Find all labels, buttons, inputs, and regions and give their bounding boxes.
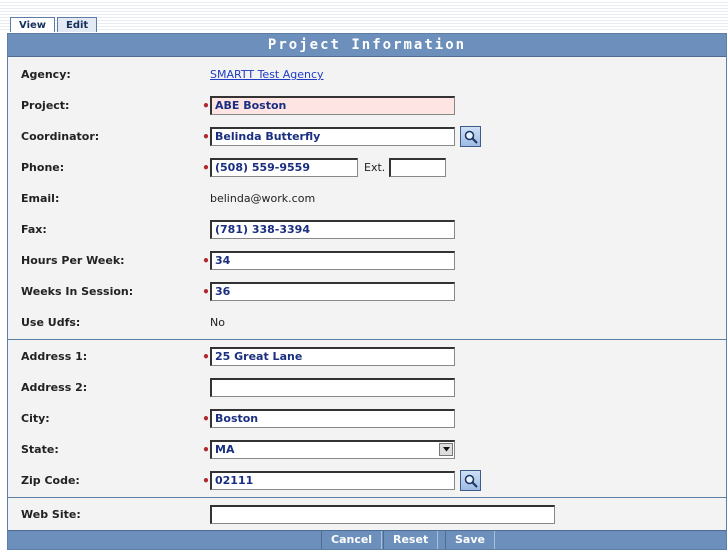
row-website: Web Site: (8, 499, 726, 530)
required-dot-icon: • (202, 160, 210, 175)
city-label: City: (21, 412, 50, 425)
phone-input[interactable]: (508) 559-9559 (210, 158, 358, 177)
zip-input[interactable]: 02111 (210, 471, 455, 490)
address2-input[interactable] (210, 378, 455, 397)
state-selected-value: MA (215, 443, 235, 456)
hours-per-week-label: Hours Per Week: (21, 254, 125, 267)
tab-view[interactable]: View (10, 17, 56, 32)
website-label: Web Site: (21, 508, 81, 521)
row-hours-per-week: Hours Per Week: • 34 (8, 245, 726, 276)
top-strip (0, 0, 728, 32)
weeks-in-session-input[interactable]: 36 (210, 282, 455, 301)
row-city: City: • Boston (8, 403, 726, 434)
tab-edit[interactable]: Edit (57, 17, 98, 32)
website-input[interactable] (210, 505, 555, 524)
required-dot-icon: • (202, 442, 210, 457)
state-label: State: (21, 443, 59, 456)
agency-link[interactable]: SMARTT Test Agency (210, 68, 324, 81)
ext-input[interactable] (389, 158, 447, 177)
row-coordinator: Coordinator: • Belinda Butterfly (8, 121, 726, 152)
row-fax: Fax: (781) 338-3394 (8, 214, 726, 245)
save-button[interactable]: Save (445, 531, 495, 549)
reset-button[interactable]: Reset (383, 531, 439, 549)
project-label: Project: (21, 99, 70, 112)
hours-per-week-input[interactable]: 34 (210, 251, 455, 270)
row-weeks-in-session: Weeks In Session: • 36 (8, 276, 726, 307)
row-zip: Zip Code: • 02111 (8, 465, 726, 496)
fax-label: Fax: (21, 223, 47, 236)
row-address2: Address 2: (8, 372, 726, 403)
page-title: Project Information (8, 34, 726, 57)
state-select[interactable]: MA (210, 440, 455, 459)
use-udfs-label: Use Udfs: (21, 316, 81, 329)
email-label: Email: (21, 192, 60, 205)
phone-label: Phone: (21, 161, 65, 174)
agency-label: Agency: (21, 68, 71, 81)
row-use-udfs: Use Udfs: No (8, 307, 726, 338)
tab-bar: View Edit (10, 17, 99, 33)
use-udfs-value: No (210, 316, 225, 329)
fax-input[interactable]: (781) 338-3394 (210, 220, 455, 239)
row-address1: Address 1: • 25 Great Lane (8, 341, 726, 372)
cancel-button[interactable]: Cancel (321, 531, 383, 549)
coordinator-lookup-button[interactable] (460, 126, 481, 147)
address2-label: Address 2: (21, 381, 88, 394)
magnifier-icon (464, 130, 478, 144)
section-divider (8, 497, 726, 498)
coordinator-input[interactable]: Belinda Butterfly (210, 127, 455, 146)
project-input[interactable]: ABE Boston (210, 96, 455, 115)
address1-input[interactable]: 25 Great Lane (210, 347, 455, 366)
required-dot-icon: • (202, 129, 210, 144)
email-value: belinda@work.com (210, 192, 316, 205)
city-input[interactable]: Boston (210, 409, 455, 428)
weeks-in-session-label: Weeks In Session: (21, 285, 134, 298)
row-project: Project: • ABE Boston (8, 90, 726, 121)
form-actions: Cancel Reset Save (8, 530, 726, 549)
required-dot-icon: • (202, 98, 210, 113)
required-dot-icon: • (202, 349, 210, 364)
zip-label: Zip Code: (21, 474, 80, 487)
section-divider (8, 339, 726, 340)
row-email: Email: belinda@work.com (8, 183, 726, 214)
required-dot-icon: • (202, 284, 210, 299)
required-dot-icon: • (202, 253, 210, 268)
row-phone: Phone: • (508) 559-9559 Ext. (8, 152, 726, 183)
address1-label: Address 1: (21, 350, 88, 363)
magnifier-icon (464, 474, 478, 488)
row-agency: Agency: SMARTT Test Agency (8, 59, 726, 90)
row-state: State: • MA (8, 434, 726, 465)
required-dot-icon: • (202, 473, 210, 488)
coordinator-label: Coordinator: (21, 130, 100, 143)
ext-label: Ext. (364, 161, 386, 174)
zip-lookup-button[interactable] (460, 470, 481, 491)
required-dot-icon: • (202, 411, 210, 426)
project-form: Project Information Agency: SMARTT Test … (7, 33, 727, 550)
chevron-down-icon[interactable] (439, 443, 453, 456)
